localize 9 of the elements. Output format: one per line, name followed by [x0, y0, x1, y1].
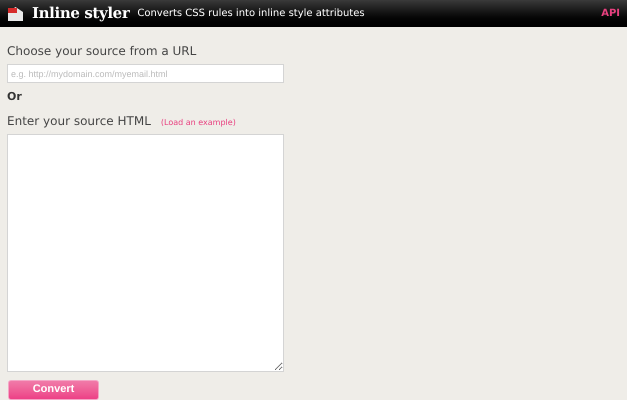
html-label: Enter your source HTML	[7, 112, 151, 130]
tagline: Converts CSS rules into inline style attributes	[137, 7, 365, 21]
load-example-link[interactable]: (Load an example)	[160, 116, 236, 128]
app-title: Inline styler	[32, 3, 130, 24]
convert-button[interactable]: Convert	[8, 380, 99, 400]
url-label: Choose your source from a URL	[7, 43, 198, 60]
url-field[interactable]: e.g. http://mydomain.com/myemail.html	[7, 64, 284, 83]
or-separator: Or	[7, 89, 23, 105]
api-link[interactable]: API	[601, 6, 620, 21]
